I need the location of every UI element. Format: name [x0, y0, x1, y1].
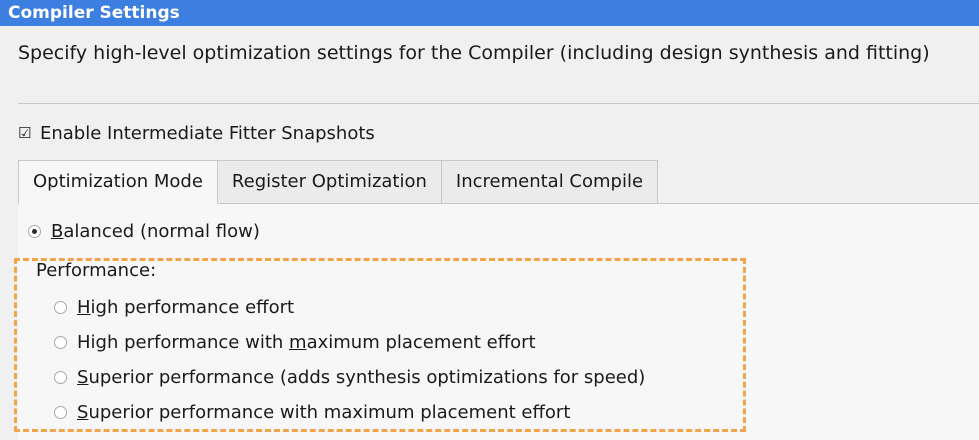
- tab-optimization-mode[interactable]: Optimization Mode: [18, 160, 218, 204]
- tab-strip: Optimization Mode Register Optimization …: [18, 160, 659, 204]
- checkbox-checked-icon[interactable]: ☑: [18, 125, 32, 141]
- radio-superior-performance-label: Superior performance (adds synthesis opt…: [77, 366, 646, 388]
- separator: [18, 103, 979, 104]
- radio-unselected-icon[interactable]: [54, 335, 67, 349]
- radio-unselected-icon[interactable]: [54, 300, 67, 314]
- radio-unselected-icon[interactable]: [54, 370, 67, 384]
- radio-superior-performance-max-placement-label: Superior performance with maximum placem…: [77, 401, 571, 423]
- radio-high-performance-max-placement[interactable]: High performance with maximum placement …: [54, 329, 536, 355]
- radio-superior-performance[interactable]: Superior performance (adds synthesis opt…: [54, 364, 645, 390]
- tab-incremental-compile[interactable]: Incremental Compile: [440, 160, 659, 204]
- radio-balanced[interactable]: Balanced (normal flow): [28, 218, 260, 244]
- radio-high-performance-label: High performance effort: [77, 296, 295, 318]
- radio-high-performance-max-placement-label: High performance with maximum placement …: [77, 331, 536, 353]
- radio-high-performance[interactable]: High performance effort: [54, 294, 294, 320]
- radio-superior-performance-max-placement[interactable]: Superior performance with maximum placem…: [54, 399, 570, 425]
- snapshot-checkbox-label: Enable Intermediate Fitter Snapshots: [40, 122, 375, 144]
- tab-register-optimization[interactable]: Register Optimization: [216, 160, 442, 204]
- radio-selected-icon[interactable]: [28, 224, 41, 238]
- snapshot-checkbox-row[interactable]: ☑ Enable Intermediate Fitter Snapshots: [18, 121, 375, 145]
- radio-unselected-icon[interactable]: [54, 405, 67, 419]
- description-text: Specify high-level optimization settings…: [18, 42, 930, 64]
- performance-group-label: Performance:: [36, 260, 157, 281]
- radio-balanced-label: Balanced (normal flow): [51, 220, 260, 242]
- section-title: Compiler Settings: [0, 0, 979, 26]
